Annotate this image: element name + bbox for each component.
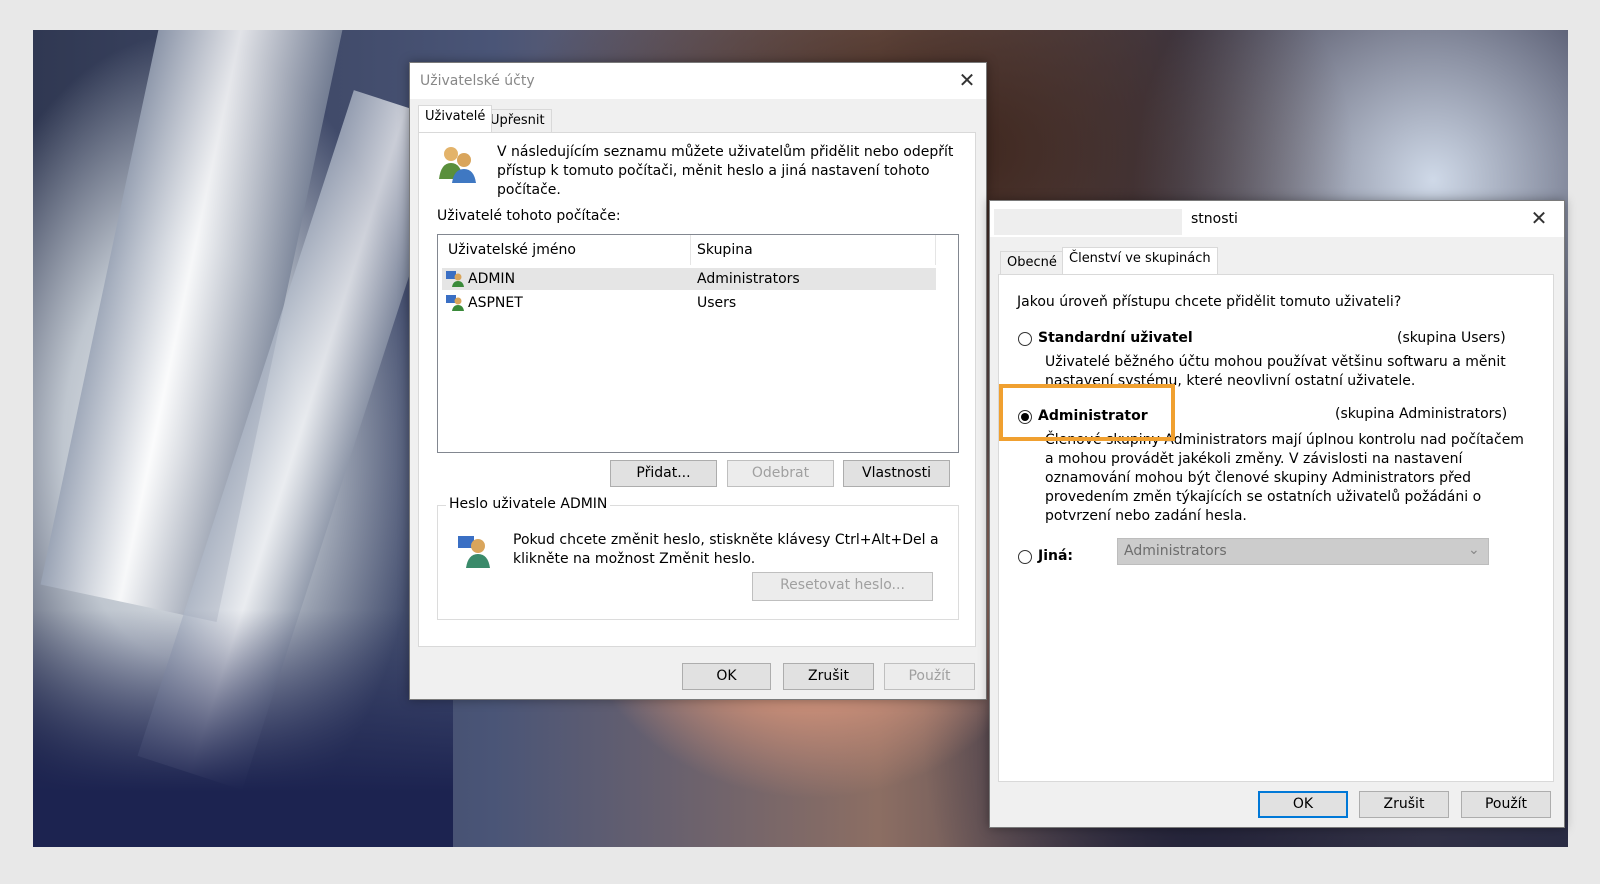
- standard-user-group: (skupina Users): [1397, 330, 1506, 346]
- standard-user-radio[interactable]: [1018, 332, 1032, 346]
- administrator-desc-line: oznamování mohou být členové skupiny Adm…: [1045, 470, 1471, 486]
- reset-password-button[interactable]: Resetovat heslo...: [752, 572, 933, 601]
- user-accounts-dialog: Uživatelské účty ✕ Uživatelé Upřesnit V …: [409, 62, 987, 700]
- dialog-title: Uživatelské účty: [420, 73, 535, 89]
- users-list-label: Uživatelé tohoto počítače:: [437, 208, 621, 224]
- remove-button[interactable]: Odebrat: [727, 460, 834, 487]
- cancel-button[interactable]: Zrušit: [783, 663, 874, 690]
- other-group-label[interactable]: Jiná:: [1038, 548, 1073, 564]
- password-group-title: Heslo uživatele ADMIN: [446, 496, 611, 512]
- close-icon[interactable]: ✕: [956, 69, 978, 91]
- administrator-desc-line: provedením změn týkajících se ostatních …: [1045, 489, 1482, 505]
- titlebar: stnosti ✕: [990, 201, 1564, 237]
- table-row[interactable]: ASPNET Users: [442, 292, 936, 314]
- intro-text-line: přístup k tomuto počítači, měnit heslo a…: [497, 163, 930, 179]
- column-header-username[interactable]: Uživatelské jméno: [448, 235, 576, 265]
- group-membership-panel: Jakou úroveň přístupu chcete přidělit to…: [998, 274, 1554, 782]
- titlebar: Uživatelské účty ✕: [410, 63, 986, 99]
- ok-button[interactable]: OK: [682, 663, 771, 690]
- intro-text-line: V následujícím seznamu můžete uživatelům…: [497, 144, 954, 160]
- tab-general[interactable]: Obecné: [1000, 251, 1064, 274]
- add-button[interactable]: Přidat...: [610, 460, 717, 487]
- user-icon: [446, 271, 464, 287]
- access-question: Jakou úroveň přístupu chcete přidělit to…: [1017, 294, 1402, 310]
- tab-group-membership[interactable]: Členství ve skupinách: [1062, 247, 1218, 274]
- administrator-desc-line: a mohou provádět jakékoli změny. V závis…: [1045, 451, 1463, 467]
- row-group: Users: [697, 295, 737, 311]
- row-username: ASPNET: [468, 295, 523, 311]
- user-icon: [446, 295, 464, 311]
- standard-user-label[interactable]: Standardní uživatel: [1038, 330, 1193, 346]
- other-group-select[interactable]: Administrators ⌄: [1117, 538, 1489, 565]
- intro-text-line: počítače.: [497, 182, 561, 198]
- user-key-icon: [458, 536, 490, 568]
- redacted-username: [994, 209, 1182, 235]
- table-row[interactable]: ADMIN Administrators: [442, 268, 936, 290]
- users-group-icon: [439, 147, 476, 183]
- users-tab-panel: V následujícím seznamu můžete uživatelům…: [418, 132, 976, 647]
- cancel-button[interactable]: Zrušit: [1359, 791, 1449, 818]
- chevron-down-icon: ⌄: [1468, 542, 1480, 558]
- users-list[interactable]: Uživatelské jméno Skupina ADMIN Administ…: [437, 234, 959, 453]
- apply-button[interactable]: Použít: [884, 663, 975, 690]
- tab-advanced[interactable]: Upřesnit: [483, 109, 552, 132]
- user-properties-dialog: stnosti ✕ Obecné Členství ve skupinách J…: [989, 200, 1565, 828]
- apply-button[interactable]: Použít: [1461, 791, 1551, 818]
- standard-user-desc-line: Uživatelé běžného účtu mohou používat vě…: [1045, 354, 1506, 370]
- column-separator: [690, 235, 691, 265]
- administrator-group: (skupina Administrators): [1335, 406, 1508, 422]
- wallpaper-shadow: [33, 610, 453, 847]
- column-separator: [935, 235, 936, 265]
- administrator-highlight-box: [999, 384, 1175, 441]
- row-username: ADMIN: [468, 271, 516, 287]
- administrator-desc-line: potvrzení nebo zadání hesla.: [1045, 508, 1247, 524]
- properties-button[interactable]: Vlastnosti: [843, 460, 950, 487]
- other-group-select-value: Administrators: [1124, 543, 1227, 559]
- row-group: Administrators: [697, 271, 800, 287]
- password-hint-line: Pokud chcete změnit heslo, stiskněte klá…: [513, 532, 939, 548]
- close-icon[interactable]: ✕: [1528, 207, 1550, 229]
- tab-users[interactable]: Uživatelé: [418, 105, 493, 132]
- password-groupbox: Heslo uživatele ADMIN Pokud chcete změni…: [437, 496, 959, 620]
- other-group-radio[interactable]: [1018, 550, 1032, 564]
- password-hint-line: klikněte na možnost Změnit heslo.: [513, 551, 756, 567]
- ok-button[interactable]: OK: [1258, 791, 1348, 818]
- column-header-group[interactable]: Skupina: [697, 235, 753, 265]
- dialog-title-suffix: stnosti: [1191, 211, 1238, 227]
